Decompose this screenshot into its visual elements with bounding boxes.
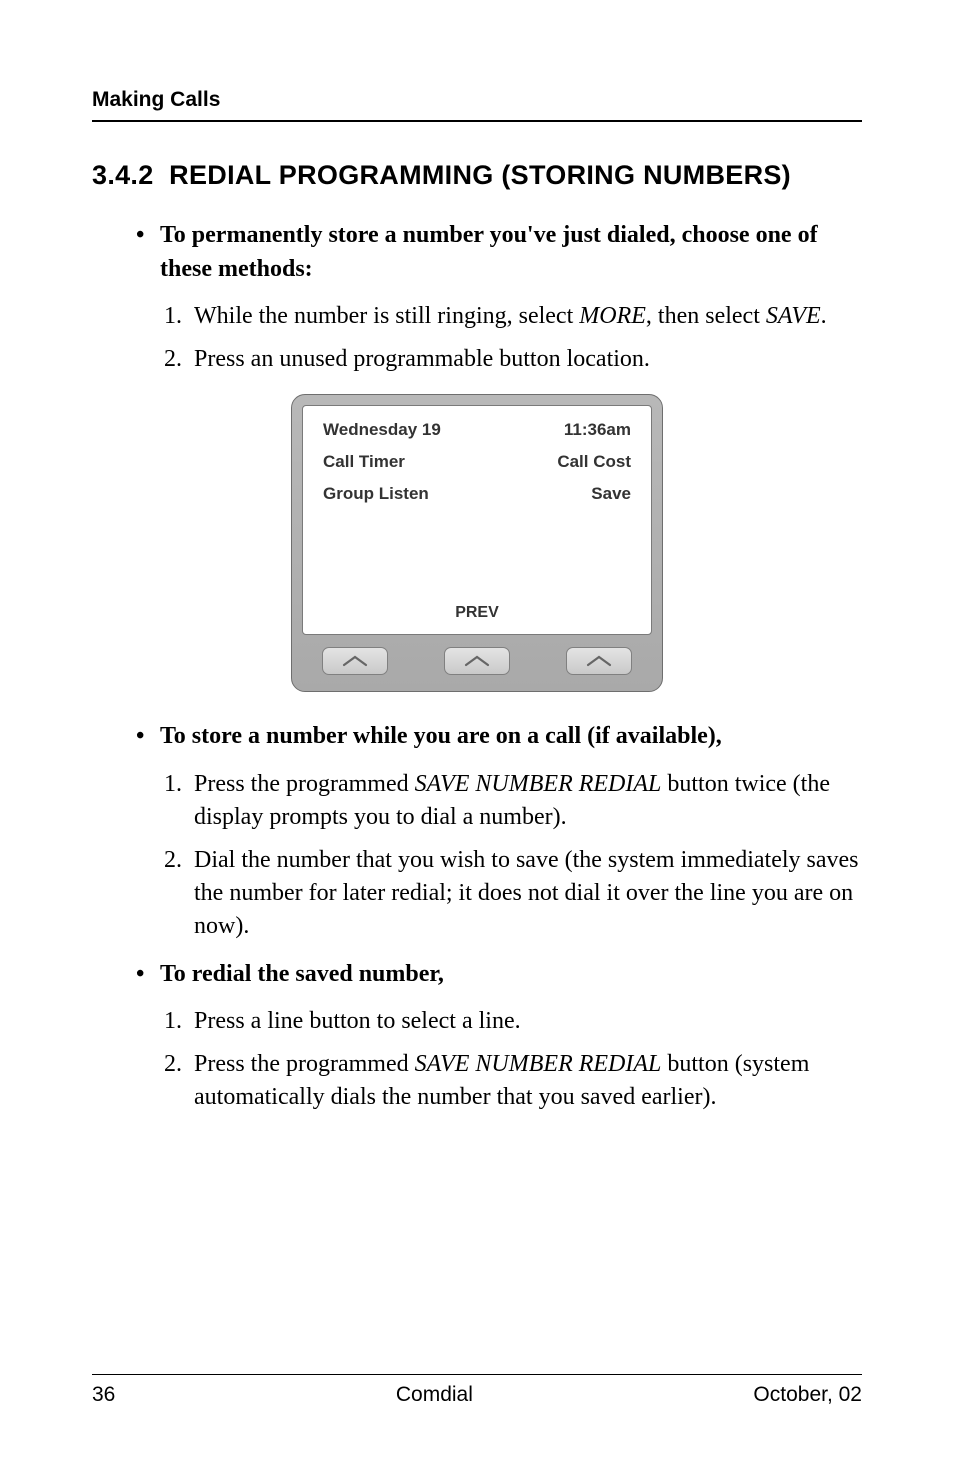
bullet-lead: To redial the saved number, xyxy=(136,958,862,992)
numbered-list: 1. Press a line button to select a line.… xyxy=(136,1005,862,1114)
screen-row: Group Listen Save xyxy=(323,484,631,504)
section-heading: 3.4.2 REDIAL PROGRAMMING (STORING NUMBER… xyxy=(92,160,862,191)
section-number: 3.4.2 xyxy=(92,160,154,190)
list-number: 1. xyxy=(164,768,182,801)
screen-row: Wednesday 19 11:36am xyxy=(323,420,631,440)
bullet-block: To store a number while you are on a cal… xyxy=(92,720,862,943)
list-number: 2. xyxy=(164,343,182,376)
list-number: 2. xyxy=(164,844,182,877)
list-item: 1. Press the programmed SAVE NUMBER REDI… xyxy=(164,768,862,834)
bullet-lead: To permanently store a number you've jus… xyxy=(136,219,862,286)
list-item: 1. While the number is still ringing, se… xyxy=(164,300,862,333)
list-number: 1. xyxy=(164,300,182,333)
softkey-button[interactable] xyxy=(444,647,510,675)
bullet-block: To redial the saved number, 1. Press a l… xyxy=(92,958,862,1115)
screen-text: Wednesday 19 xyxy=(323,420,441,440)
chevron-up-icon xyxy=(585,655,613,667)
section-title: REDIAL PROGRAMMING (STORING NUMBERS) xyxy=(169,160,791,190)
screen-prev-label: PREV xyxy=(303,604,651,622)
list-text: , then select xyxy=(646,303,766,329)
page-footer: 36 Comdial October, 02 xyxy=(92,1374,862,1407)
list-text: Press a line button to select a line. xyxy=(194,1008,521,1034)
phone-button-row xyxy=(302,635,652,681)
running-header: Making Calls xyxy=(92,88,862,122)
phone-illustration: Wednesday 19 11:36am Call Timer Call Cos… xyxy=(92,394,862,692)
list-item: 1. Press a line button to select a line. xyxy=(164,1005,862,1038)
list-item: 2. Press an unused programmable button l… xyxy=(164,343,862,376)
chevron-up-icon xyxy=(341,655,369,667)
list-em: MORE xyxy=(579,303,646,329)
list-text: While the number is still ringing, selec… xyxy=(194,303,579,329)
footer-page-number: 36 xyxy=(92,1383,115,1407)
bullet-lead: To store a number while you are on a cal… xyxy=(136,720,862,754)
list-em: SAVE xyxy=(766,303,821,329)
list-text: Dial the number that you wish to save (t… xyxy=(194,847,859,939)
screen-text: 11:36am xyxy=(564,420,631,440)
list-number: 1. xyxy=(164,1005,182,1038)
numbered-list: 1. Press the programmed SAVE NUMBER REDI… xyxy=(136,768,862,944)
screen-text: Call Timer xyxy=(323,452,405,472)
list-number: 2. xyxy=(164,1048,182,1081)
list-text: Press an unused programmable button loca… xyxy=(194,346,650,372)
screen-text: Group Listen xyxy=(323,484,429,504)
phone-bezel: Wednesday 19 11:36am Call Timer Call Cos… xyxy=(291,394,663,692)
chevron-up-icon xyxy=(463,655,491,667)
screen-text: Save xyxy=(591,484,631,504)
screen-text: Call Cost xyxy=(557,452,631,472)
softkey-button[interactable] xyxy=(566,647,632,675)
numbered-list: 1. While the number is still ringing, se… xyxy=(136,300,862,376)
list-item: 2. Press the programmed SAVE NUMBER REDI… xyxy=(164,1048,862,1114)
phone-screen: Wednesday 19 11:36am Call Timer Call Cos… xyxy=(302,405,652,635)
list-text: Press the programmed xyxy=(194,1051,415,1077)
bullet-block: To permanently store a number you've jus… xyxy=(92,219,862,376)
list-em: SAVE NUMBER REDIAL xyxy=(415,771,662,797)
list-item: 2. Dial the number that you wish to save… xyxy=(164,844,862,943)
footer-center: Comdial xyxy=(396,1383,473,1407)
list-text: Press the programmed xyxy=(194,771,415,797)
list-text: . xyxy=(821,303,827,329)
softkey-button[interactable] xyxy=(322,647,388,675)
footer-date: October, 02 xyxy=(753,1383,862,1407)
screen-row: Call Timer Call Cost xyxy=(323,452,631,472)
list-em: SAVE NUMBER REDIAL xyxy=(415,1051,662,1077)
